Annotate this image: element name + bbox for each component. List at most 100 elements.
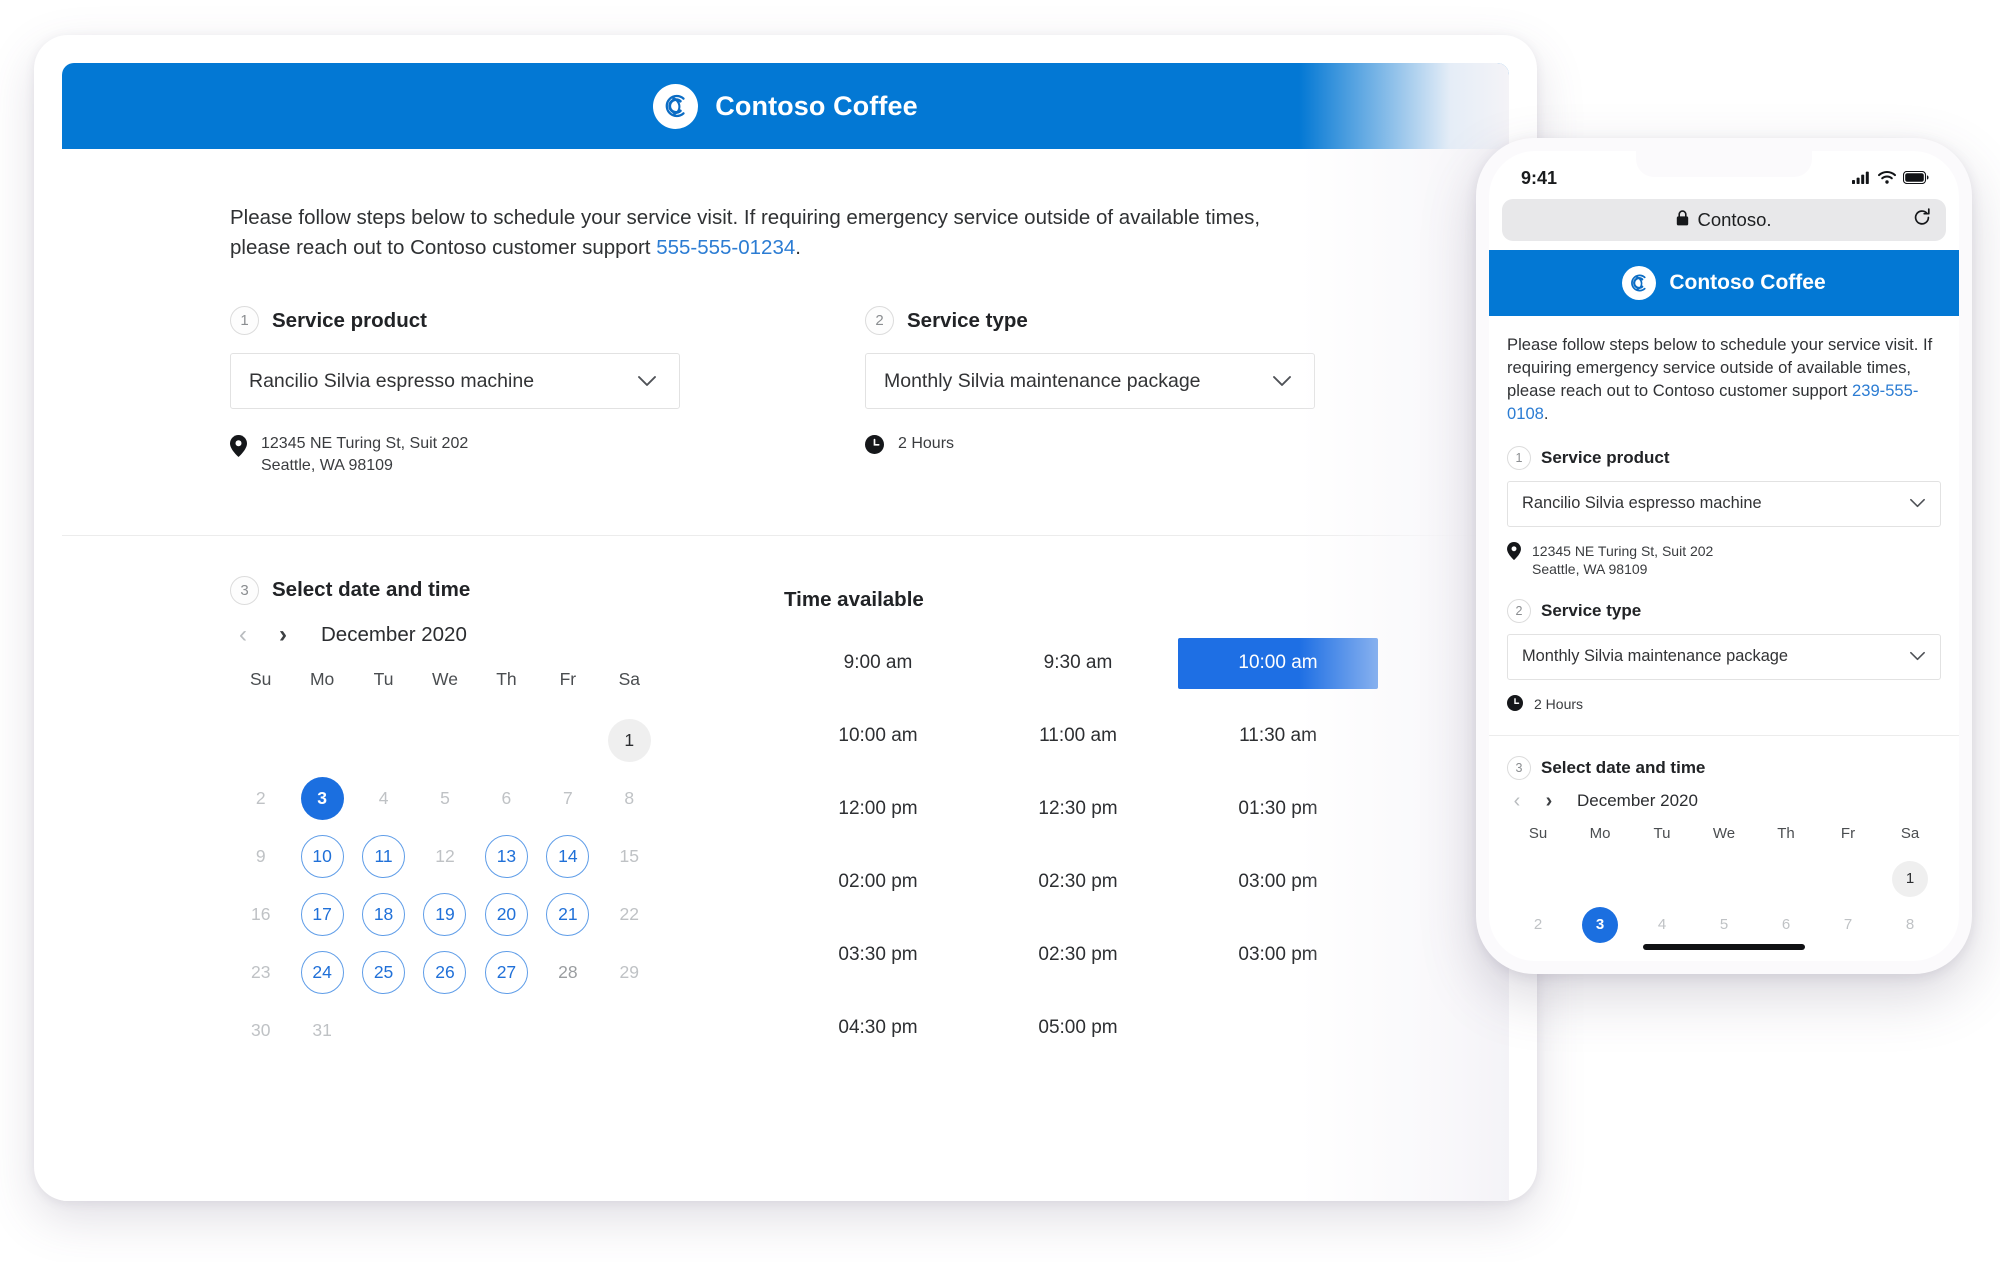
calendar-day-cell — [1755, 856, 1817, 902]
calendar-day-header: Fr — [559, 668, 577, 689]
calendar-day[interactable]: 26 — [423, 951, 467, 995]
phone-month-navigation: ‹ › December 2020 — [1509, 791, 1941, 811]
calendar-day-cell: 1 — [599, 712, 660, 770]
calendar-day[interactable]: 25 — [362, 951, 406, 995]
chevron-right-icon[interactable]: › — [273, 622, 293, 647]
calendar-day-header: Th — [1777, 824, 1795, 842]
chevron-down-icon — [1909, 647, 1926, 666]
step-2-label: Service type — [907, 308, 1028, 332]
time-slot[interactable]: 02:00 pm — [778, 857, 978, 908]
time-available-title: Time available — [784, 587, 924, 611]
calendar-day-cell: 30 — [230, 1002, 291, 1060]
calendar-day[interactable]: 17 — [300, 893, 344, 937]
time-slot[interactable]: 12:00 pm — [778, 784, 978, 835]
chevron-down-icon — [1272, 370, 1292, 393]
phone-service-type-select[interactable]: Monthly Silvia maintenance package — [1507, 633, 1941, 680]
calendar-day-cell: 20 — [476, 886, 537, 944]
calendar-day[interactable]: 27 — [484, 951, 528, 995]
chevron-right-icon[interactable]: › — [1541, 791, 1557, 811]
time-slot[interactable]: 9:00 am — [778, 638, 978, 689]
step-2-number: 2 — [865, 306, 894, 336]
phone-brand-name: Contoso Coffee — [1669, 271, 1826, 294]
calendar-day[interactable]: 24 — [300, 951, 344, 995]
calendar-day-cell: 9 — [230, 828, 291, 886]
time-panel: Time available 9:00 am 9:30 am 10:00 am 10:… — [778, 576, 1509, 1076]
service-product-column: 1 Service product Rancilio Silvia espres… — [230, 306, 680, 476]
time-slot[interactable]: 02:30 pm — [978, 930, 1178, 981]
address-line-1: 12345 NE Turing St, Suit 202 — [261, 435, 469, 453]
calendar-day-cell: 14 — [537, 828, 598, 886]
calendar-day-cell: 8 — [1879, 902, 1941, 948]
calendar-day[interactable]: 21 — [546, 893, 590, 937]
time-slot[interactable]: 02:30 pm — [978, 857, 1178, 908]
time-slot[interactable]: 12:30 pm — [978, 784, 1178, 835]
calendar-day[interactable]: 14 — [546, 835, 590, 879]
calendar-day[interactable]: 19 — [423, 893, 467, 937]
service-product-value: Rancilio Silvia espresso machine — [249, 369, 535, 392]
brand: Contoso Coffee — [653, 83, 918, 129]
url-text: Contoso. — [1697, 209, 1772, 230]
intro-text-after: . — [795, 235, 801, 259]
browser-url-bar[interactable]: Contoso. — [1502, 199, 1946, 241]
step-1-number: 1 — [230, 306, 259, 336]
phone-screen: 9:41 Contoso. Contoso Coffee Please foll… — [1489, 151, 1959, 961]
phone-step-1-number: 1 — [1507, 445, 1531, 470]
phone-service-product-select[interactable]: Rancilio Silvia espresso machine — [1507, 480, 1941, 527]
time-slot[interactable]: 10:00 am — [1178, 637, 1378, 689]
phone-calendar-grid: Su Mo Tu We Th Fr Sa 1 2 3 4 5 6 7 8 — [1507, 825, 1941, 948]
time-slot[interactable]: 10:00 am — [778, 711, 978, 762]
calendar-day[interactable]: 18 — [362, 893, 406, 937]
phone-month-title: December 2020 — [1577, 790, 1698, 810]
phone-step-2-number: 2 — [1507, 598, 1531, 623]
home-indicator — [1643, 944, 1805, 950]
calendar-day-cell: 2 — [1507, 902, 1569, 948]
calendar-day: 23 — [250, 962, 271, 983]
calendar-day-header: Mo — [309, 668, 335, 689]
time-slot[interactable]: 03:00 pm — [1178, 857, 1378, 908]
calendar-day: 7 — [562, 788, 573, 809]
chevron-left-icon[interactable]: ‹ — [233, 622, 253, 647]
time-slot[interactable]: 03:30 pm — [778, 930, 978, 981]
calendar-day[interactable]: 20 — [484, 893, 528, 937]
calendar-day-header: We — [432, 668, 458, 689]
reload-icon[interactable] — [1912, 208, 1932, 233]
calendar-day[interactable]: 13 — [484, 835, 528, 879]
time-slot[interactable]: 04:30 pm — [778, 1003, 978, 1054]
calendar-day[interactable]: 3 — [1582, 906, 1618, 943]
service-duration: 2 Hours — [865, 433, 1315, 461]
calendar-day-cell — [476, 712, 537, 770]
time-slot[interactable]: 03:00 pm — [1178, 930, 1378, 981]
phone-service-duration: 2 Hours — [1507, 694, 1941, 715]
calendar-day-cell: 5 — [414, 770, 475, 828]
calendar-day-cell: 19 — [414, 886, 475, 944]
date-time-section: 3 Select date and time ‹ › December 2020… — [62, 536, 1509, 1076]
time-slot[interactable]: 05:00 pm — [978, 1003, 1178, 1054]
phone-notch — [1636, 151, 1812, 177]
calendar-day[interactable]: 10 — [300, 835, 344, 879]
calendar-day[interactable]: 1 — [1892, 860, 1928, 897]
time-slot[interactable]: 11:30 am — [1178, 711, 1378, 762]
time-slot[interactable]: 11:00 am — [978, 711, 1178, 762]
status-icons — [1852, 168, 1929, 189]
calendar-day: 4 — [1657, 916, 1667, 934]
brand-name: Contoso Coffee — [715, 90, 918, 121]
calendar-day-cell: 24 — [291, 944, 352, 1002]
service-product-select[interactable]: Rancilio Silvia espresso machine — [230, 353, 680, 410]
phone-section-divider — [1489, 734, 1959, 736]
support-phone-link[interactable]: 555-555-01234 — [656, 236, 795, 259]
calendar-day[interactable]: 1 — [607, 719, 651, 763]
calendar-day: 2 — [1533, 916, 1543, 934]
chevron-left-icon[interactable]: ‹ — [1509, 791, 1525, 811]
calendar-day: 6 — [1781, 916, 1791, 934]
time-slot[interactable]: 01:30 pm — [1178, 784, 1378, 835]
service-type-select[interactable]: Monthly Silvia maintenance package — [865, 353, 1315, 410]
phone-step-1-header: 1 Service product — [1507, 445, 1941, 470]
calendar-panel: 3 Select date and time ‹ › December 2020… — [230, 575, 660, 1076]
calendar-day: 31 — [312, 1020, 332, 1041]
calendar-day: 4 — [378, 788, 389, 809]
calendar-day: 7 — [1843, 916, 1853, 934]
calendar-day[interactable]: 3 — [300, 777, 344, 821]
time-slot[interactable]: 9:30 am — [978, 638, 1178, 689]
phone-app-header: Contoso Coffee — [1489, 250, 1959, 316]
calendar-day[interactable]: 11 — [362, 835, 406, 879]
